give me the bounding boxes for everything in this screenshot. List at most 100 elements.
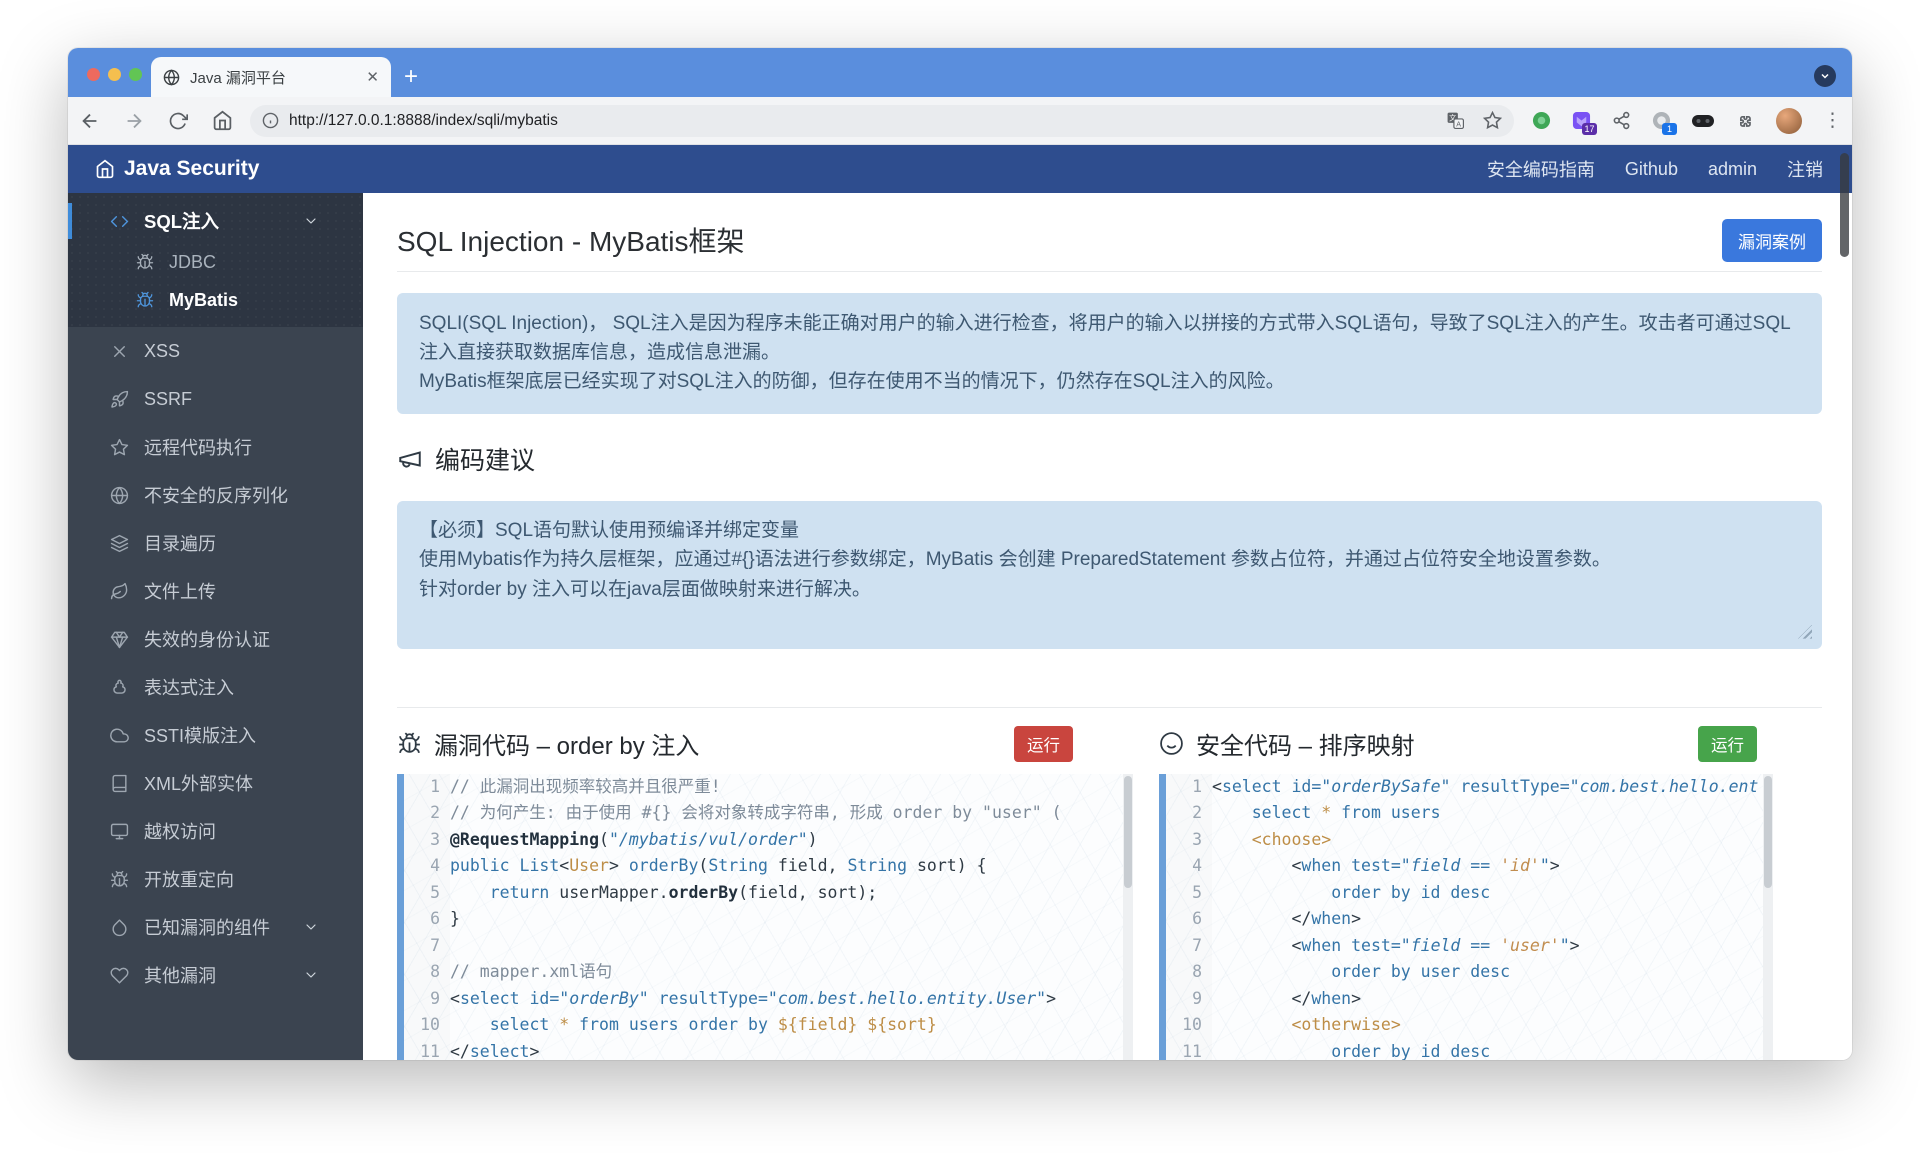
browser-window: Java 漏洞平台 ✕ + http://127.0.0.1:8888/inde… bbox=[68, 48, 1852, 1060]
brand-title: Java Security bbox=[124, 157, 260, 180]
url-text[interactable]: http://127.0.0.1:8888/index/sqli/mybatis bbox=[289, 112, 1446, 130]
book-icon bbox=[110, 774, 129, 793]
code-line: 7 bbox=[430, 935, 440, 955]
url-bar[interactable]: http://127.0.0.1:8888/index/sqli/mybatis… bbox=[250, 104, 1514, 137]
nav-link-admin[interactable]: admin bbox=[1708, 159, 1757, 180]
browser-tab[interactable]: Java 漏洞平台 ✕ bbox=[151, 57, 391, 97]
sidebar-item[interactable]: 开放重定向 bbox=[68, 855, 363, 903]
sidebar-subitem-mybatis[interactable]: MyBatis bbox=[68, 281, 363, 319]
bookmark-star-icon[interactable] bbox=[1483, 111, 1502, 130]
advice-heading: 编码建议 bbox=[435, 446, 536, 475]
navbar-links: 安全编码指南 Github admin 注销 bbox=[1487, 156, 1823, 182]
code-accent-bar bbox=[397, 773, 404, 1060]
translate-icon[interactable]: 文A bbox=[1446, 111, 1465, 130]
droplet-icon bbox=[110, 918, 129, 937]
sidebar-item[interactable]: 已知漏洞的组件 bbox=[68, 903, 363, 951]
reload-button[interactable] bbox=[156, 111, 200, 131]
minimize-window-button[interactable] bbox=[108, 68, 121, 81]
extension-green-icon[interactable] bbox=[1532, 111, 1551, 130]
code-line: 2// 为何产生: 由于使用 #{} 会将对象转成字符串, 形成 order b… bbox=[430, 803, 1062, 823]
sidebar-item[interactable]: 不安全的反序列化 bbox=[68, 471, 363, 519]
sidebar: SQL注入 JDBC MyBatis XSS SSRF 远程代码执行 不安全的反序列化 目录遍… bbox=[68, 193, 363, 1060]
extension-dark-icon[interactable] bbox=[1692, 114, 1714, 128]
reload-icon bbox=[169, 112, 188, 129]
nav-link-github[interactable]: Github bbox=[1625, 159, 1678, 180]
extension-badge: 17 bbox=[1582, 123, 1597, 135]
cloud-icon bbox=[110, 726, 129, 745]
back-arrow-icon bbox=[82, 113, 97, 128]
browser-tab-bar: Java 漏洞平台 ✕ + bbox=[68, 48, 1852, 97]
close-tab-icon[interactable]: ✕ bbox=[366, 70, 379, 85]
vulnerability-case-button[interactable]: 漏洞案例 bbox=[1722, 218, 1822, 262]
code-line: 11 order by id desc bbox=[1182, 1041, 1491, 1060]
run-safe-button[interactable]: 运行 bbox=[1698, 725, 1757, 762]
browser-toolbar: http://127.0.0.1:8888/index/sqli/mybatis… bbox=[68, 97, 1852, 145]
brand[interactable]: Java Security bbox=[95, 157, 259, 181]
home-button[interactable] bbox=[200, 110, 244, 131]
chevron-down-icon bbox=[303, 919, 319, 935]
back-button[interactable] bbox=[68, 110, 112, 132]
x-icon bbox=[110, 342, 129, 361]
run-vulnerable-button[interactable]: 运行 bbox=[1014, 725, 1073, 762]
favicon-globe-icon bbox=[163, 68, 180, 86]
code-accent-bar bbox=[1159, 773, 1166, 1060]
code-icon bbox=[110, 212, 129, 231]
sidebar-item-sqli[interactable]: SQL注入 bbox=[68, 199, 363, 243]
code-line: 11 </select> bbox=[420, 1041, 540, 1060]
nav-link-guide[interactable]: 安全编码指南 bbox=[1487, 156, 1595, 182]
svg-text:A: A bbox=[1456, 120, 1461, 128]
code-line: 1// 此漏洞出现频率较高并且很严重! bbox=[430, 776, 721, 796]
intro-paragraph: MyBatis框架底层已经实现了对SQL注入的防御，但存在使用不当的情况下，仍然… bbox=[419, 370, 1285, 392]
chevron-down-icon bbox=[1821, 73, 1829, 79]
info-icon[interactable] bbox=[262, 112, 279, 129]
sidebar-item[interactable]: 远程代码执行 bbox=[68, 423, 363, 471]
close-window-button[interactable] bbox=[87, 68, 100, 81]
layers-icon bbox=[110, 534, 129, 553]
browser-menu-icon[interactable]: ⋮ bbox=[1823, 109, 1842, 132]
code-scrollbar[interactable] bbox=[1123, 773, 1133, 1060]
sidebar-item[interactable]: 越权访问 bbox=[68, 807, 363, 855]
home-icon bbox=[95, 159, 115, 179]
sidebar-item[interactable]: 其他漏洞 bbox=[68, 951, 363, 999]
code-line: 9 </when> bbox=[1192, 988, 1362, 1008]
code-line: 4 public List<User> orderBy(String field,… bbox=[430, 856, 987, 876]
gem-icon bbox=[110, 630, 129, 649]
share-nodes-icon[interactable] bbox=[1612, 111, 1631, 130]
sidebar-item[interactable]: XSS bbox=[68, 327, 363, 375]
chevron-down-icon bbox=[303, 967, 319, 983]
sidebar-item[interactable]: 文件上传 bbox=[68, 567, 363, 615]
star-icon bbox=[110, 438, 129, 457]
advice-textarea[interactable]: 【必须】SQL语句默认使用预编译并绑定变量 使用Mybatis作为持久层框架，应… bbox=[397, 500, 1822, 649]
nav-link-logout[interactable]: 注销 bbox=[1787, 156, 1823, 182]
profile-avatar[interactable] bbox=[1776, 107, 1802, 134]
safe-code-heading: 安全代码 – 排序映射 bbox=[1196, 733, 1415, 761]
code-line: 8 order by user desc bbox=[1192, 962, 1511, 982]
globe-icon bbox=[110, 486, 129, 505]
bug-icon bbox=[136, 291, 154, 309]
sidebar-subitem-jdbc[interactable]: JDBC bbox=[68, 243, 363, 281]
rocket-icon bbox=[110, 390, 129, 409]
extensions-puzzle-icon[interactable] bbox=[1735, 111, 1755, 131]
code-scrollbar[interactable] bbox=[1763, 773, 1773, 1060]
code-line: 5 return userMapper.orderBy(field, sort)… bbox=[430, 882, 878, 902]
sidebar-item[interactable]: XML外部实体 bbox=[68, 759, 363, 807]
sidebar-item[interactable]: 表达式注入 bbox=[68, 663, 363, 711]
sidebar-item[interactable]: SSTI模版注入 bbox=[68, 711, 363, 759]
divider bbox=[397, 271, 1822, 272]
intro-paragraph: SQLI(SQL Injection)， SQL注入是因为程序未能正确对用户的输… bbox=[419, 313, 1791, 363]
window-menu-button[interactable] bbox=[1814, 65, 1836, 87]
sidebar-item[interactable]: 失效的身份认证 bbox=[68, 615, 363, 663]
new-tab-button[interactable]: + bbox=[396, 62, 426, 92]
page-scrollbar-thumb[interactable] bbox=[1840, 153, 1849, 257]
extension-purple-icon[interactable]: 17 bbox=[1572, 111, 1597, 135]
forward-button[interactable] bbox=[112, 110, 156, 132]
vulnerable-code-heading: 漏洞代码 – order by 注入 bbox=[434, 733, 700, 761]
extension-gray-icon[interactable]: 1 bbox=[1652, 111, 1677, 135]
code-lines: 1// 此漏洞出现频率较高并且很严重! 2// 为何产生: 由于使用 #{} 会将… bbox=[404, 774, 1133, 1060]
maximize-window-button[interactable] bbox=[129, 68, 142, 81]
sidebar-item[interactable]: 目录遍历 bbox=[68, 519, 363, 567]
vulnerable-code-block: 1// 此漏洞出现频率较高并且很严重! 2// 为何产生: 由于使用 #{} 会将… bbox=[397, 773, 1133, 1060]
sidebar-item[interactable]: SSRF bbox=[68, 375, 363, 423]
forward-arrow-icon bbox=[127, 113, 142, 128]
code-line: 4 <when test="field == 'id'"> bbox=[1192, 856, 1560, 876]
